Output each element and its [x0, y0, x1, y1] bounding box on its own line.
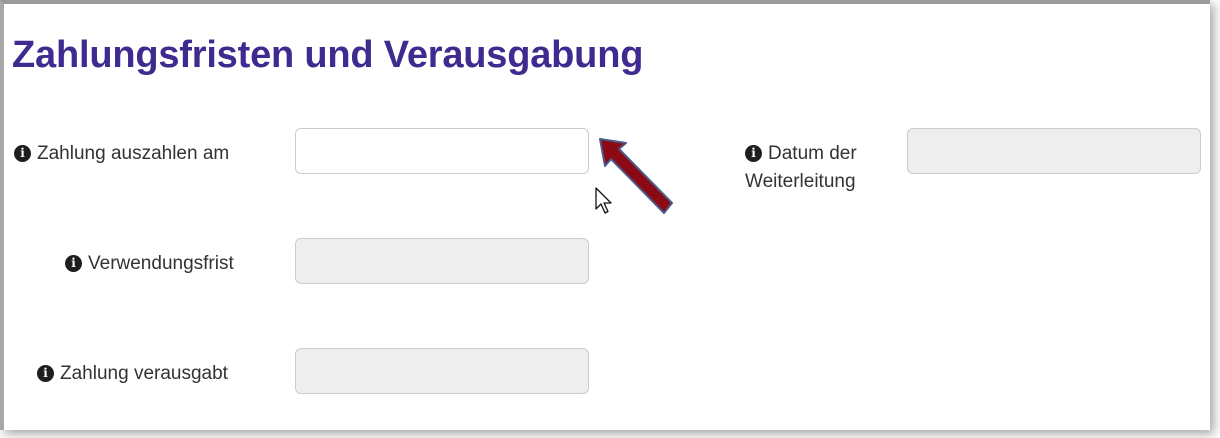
verwendungsfrist-date-input: [295, 238, 589, 284]
info-icon[interactable]: i: [14, 145, 31, 162]
verwendungsfrist-label-text: Verwendungsfrist: [88, 253, 234, 274]
red-arrow-icon: [599, 138, 673, 214]
info-icon[interactable]: i: [65, 255, 82, 272]
auszahlen-date-input[interactable]: [295, 128, 589, 174]
auszahlen-label: i Zahlung auszahlen am: [14, 140, 229, 168]
mouse-pointer-icon: [595, 187, 612, 214]
verwendungsfrist-label: i Verwendungsfrist: [65, 250, 234, 278]
weiterleitung-label-text: Datum der Weiterleitung: [745, 140, 857, 196]
form-panel: Zahlungsfristen und Verausgabung i Zahlu…: [0, 0, 1210, 430]
section-title: Zahlungsfristen und Verausgabung: [12, 34, 644, 76]
weiterleitung-label-line1: Datum der: [768, 143, 857, 164]
weiterleitung-label: i Datum der Weiterleitung: [745, 140, 857, 196]
weiterleitung-label-line2: Weiterleitung: [745, 171, 856, 192]
weiterleitung-date-input: [907, 128, 1201, 174]
auszahlen-label-text: Zahlung auszahlen am: [37, 143, 230, 164]
verausgabt-label-text: Zahlung verausgabt: [60, 363, 228, 384]
info-icon[interactable]: i: [37, 365, 54, 382]
info-icon[interactable]: i: [745, 145, 762, 162]
verausgabt-label: i Zahlung verausgabt: [37, 360, 228, 388]
verausgabt-date-input: [295, 348, 589, 394]
